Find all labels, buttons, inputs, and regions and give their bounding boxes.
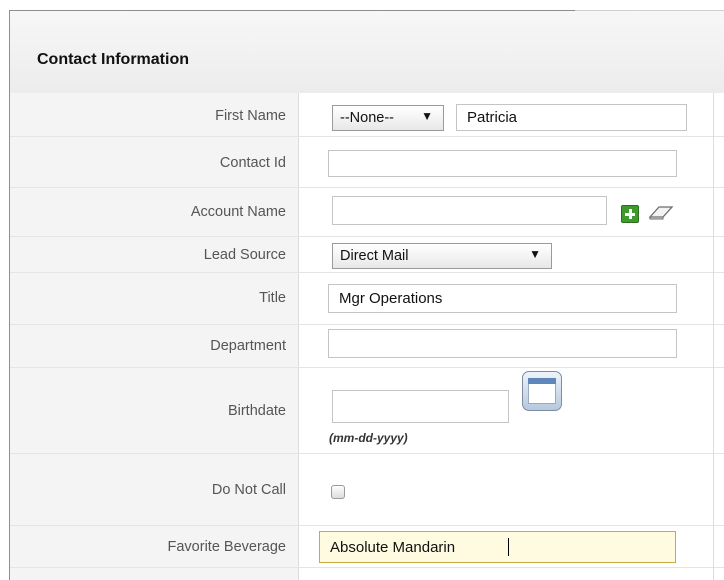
- label-cell: Birthdate: [10, 368, 299, 453]
- dropdown-arrow-icon: ▼: [421, 109, 433, 123]
- calendar-icon[interactable]: [522, 371, 562, 411]
- lead-source-row: Lead Source Direct Mail ▼: [10, 237, 724, 273]
- label-cell: First Name: [10, 93, 299, 136]
- favorite-beverage-label: Favorite Beverage: [167, 539, 286, 555]
- contact-id-label: Contact Id: [219, 155, 286, 171]
- lead-source-select[interactable]: Direct Mail ▼: [332, 243, 552, 269]
- value-cell: [299, 273, 724, 324]
- contact-id-row: Contact Id: [10, 137, 724, 188]
- right-divider: [713, 93, 714, 580]
- account-name-input[interactable]: [332, 196, 607, 225]
- lead-source-value: Direct Mail: [340, 248, 409, 264]
- value-cell: [299, 454, 724, 525]
- label-cell: Department: [10, 325, 299, 367]
- label-cell: Lead Source: [10, 237, 299, 272]
- title-input[interactable]: [328, 284, 677, 313]
- first-name-input[interactable]: [456, 104, 687, 131]
- birthdate-format-hint: (mm-dd-yyyy): [329, 431, 408, 445]
- section-title: Contact Information: [37, 51, 189, 68]
- value-cell: [299, 325, 724, 367]
- text-cursor: [508, 538, 509, 556]
- first-name-label: First Name: [215, 108, 286, 124]
- label-cell: [10, 568, 299, 580]
- label-cell: Contact Id: [10, 137, 299, 187]
- account-name-row: Account Name: [10, 188, 724, 237]
- contact-id-input[interactable]: [328, 150, 677, 177]
- value-cell: Direct Mail ▼: [299, 237, 724, 272]
- account-name-label: Account Name: [190, 204, 286, 220]
- label-cell: Do Not Call: [10, 454, 299, 525]
- birthdate-row: Birthdate (mm-dd-yyyy): [10, 368, 724, 454]
- value-cell: [299, 526, 724, 567]
- do-not-call-row: Do Not Call: [10, 454, 724, 526]
- salutation-value: --None--: [340, 110, 394, 126]
- department-row: Department: [10, 325, 724, 368]
- label-cell: Title: [10, 273, 299, 324]
- value-cell: (mm-dd-yyyy): [299, 368, 724, 453]
- first-name-row: First Name --None-- ▼: [10, 93, 724, 137]
- department-input[interactable]: [328, 329, 677, 358]
- value-cell: [299, 137, 724, 187]
- plus-icon[interactable]: [621, 205, 639, 223]
- next-row-partial: [10, 568, 724, 580]
- birthdate-input[interactable]: [332, 390, 509, 423]
- department-label: Department: [210, 338, 286, 354]
- label-cell: Account Name: [10, 188, 299, 236]
- birthdate-label: Birthdate: [227, 403, 286, 419]
- calendar-header-bar: [528, 378, 556, 384]
- title-label: Title: [259, 290, 286, 306]
- favorite-beverage-row: Favorite Beverage: [10, 526, 724, 568]
- lead-source-label: Lead Source: [203, 247, 286, 263]
- eraser-icon[interactable]: [648, 204, 674, 222]
- salutation-select[interactable]: --None-- ▼: [332, 105, 444, 131]
- do-not-call-checkbox[interactable]: [331, 485, 345, 499]
- dropdown-arrow-icon: ▼: [529, 247, 541, 261]
- title-row: Title: [10, 273, 724, 325]
- favorite-beverage-input[interactable]: [319, 531, 676, 563]
- value-cell: --None-- ▼: [299, 93, 724, 136]
- value-cell: [299, 188, 724, 236]
- do-not-call-label: Do Not Call: [211, 482, 286, 498]
- label-cell: Favorite Beverage: [10, 526, 299, 567]
